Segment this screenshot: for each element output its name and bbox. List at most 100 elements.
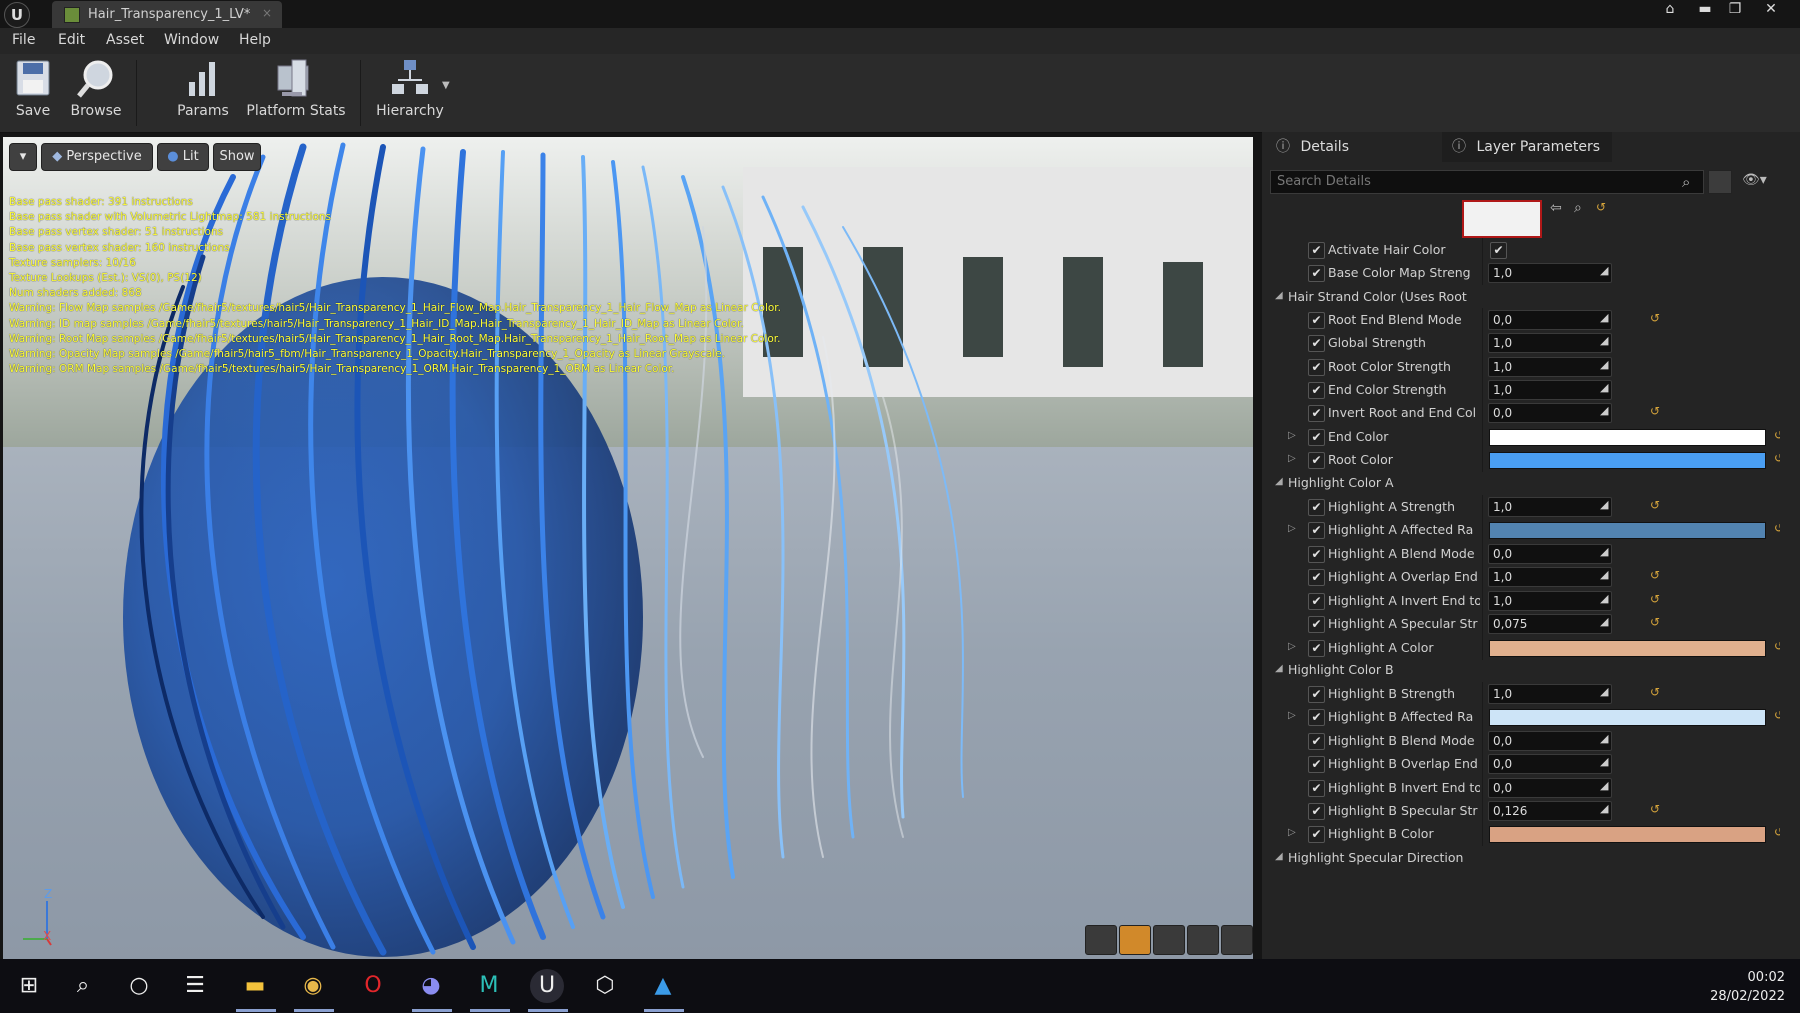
view-options-grid-icon[interactable] bbox=[1708, 170, 1732, 194]
override-checkbox[interactable]: ✔ bbox=[1308, 265, 1325, 282]
tab-details[interactable]: ⓘ Details bbox=[1266, 132, 1436, 162]
expand-triangle-icon[interactable]: ▷ bbox=[1288, 710, 1296, 721]
override-checkbox[interactable]: ✔ bbox=[1308, 522, 1325, 539]
spin-arrow-icon[interactable]: ◢ bbox=[1600, 615, 1608, 628]
number-field[interactable]: 1,0 bbox=[1488, 380, 1612, 400]
color-swatch[interactable] bbox=[1489, 452, 1766, 469]
reset-to-default-icon[interactable]: ↺ bbox=[1774, 451, 1780, 465]
reset-to-default-icon[interactable]: ↺ bbox=[1596, 200, 1606, 214]
number-field[interactable]: 0,0 bbox=[1488, 731, 1612, 751]
reset-to-default-icon[interactable]: ↺ bbox=[1774, 708, 1780, 722]
browse-asset-icon[interactable]: ⌕ bbox=[1574, 200, 1582, 216]
task-view-icon[interactable]: ☰ bbox=[178, 969, 212, 1003]
cortana-icon[interactable]: ○ bbox=[122, 969, 156, 1003]
menu-asset[interactable]: Asset bbox=[106, 32, 144, 48]
category-highlight-color-a[interactable]: ◢ Highlight Color A bbox=[1270, 471, 1780, 495]
override-checkbox[interactable]: ✔ bbox=[1308, 780, 1325, 797]
number-field[interactable]: 1,0 bbox=[1488, 333, 1612, 353]
cylinder-preview-button[interactable] bbox=[1085, 925, 1117, 955]
spin-arrow-icon[interactable]: ◢ bbox=[1600, 685, 1608, 698]
override-checkbox[interactable]: ✔ bbox=[1308, 312, 1325, 329]
spin-arrow-icon[interactable]: ◢ bbox=[1600, 311, 1608, 324]
expand-triangle-icon[interactable]: ▷ bbox=[1288, 430, 1296, 441]
reset-to-default-icon[interactable]: ↺ bbox=[1650, 498, 1660, 512]
unreal-engine-taskbar-icon[interactable]: U bbox=[530, 969, 564, 1003]
number-field[interactable]: 0,126 bbox=[1488, 801, 1612, 821]
number-field[interactable]: 1,0 bbox=[1488, 497, 1612, 517]
number-field[interactable]: 0,0 bbox=[1488, 754, 1612, 774]
override-checkbox[interactable]: ✔ bbox=[1308, 499, 1325, 516]
spin-arrow-icon[interactable]: ◢ bbox=[1600, 498, 1608, 511]
params-button[interactable]: Params bbox=[175, 58, 231, 128]
sphere-preview-button[interactable] bbox=[1119, 925, 1151, 955]
viewport-options-dropdown[interactable]: ▾ bbox=[9, 143, 37, 171]
override-checkbox[interactable]: ✔ bbox=[1308, 709, 1325, 726]
material-preview-viewport[interactable]: ▾ ◆ Perspective ● Lit Show Base pass sha… bbox=[3, 137, 1253, 959]
system-clock[interactable]: 00:02 28/02/2022 bbox=[1710, 968, 1785, 1006]
photos-icon[interactable]: ▲ bbox=[646, 969, 680, 1003]
category-highlight-color-b[interactable]: ◢ Highlight Color B bbox=[1270, 658, 1780, 682]
reset-to-default-icon[interactable]: ↺ bbox=[1650, 311, 1660, 325]
spin-arrow-icon[interactable]: ◢ bbox=[1600, 568, 1608, 581]
opera-icon[interactable]: O bbox=[356, 969, 390, 1003]
perspective-button[interactable]: ◆ Perspective bbox=[41, 143, 153, 171]
eye-visibility-icon[interactable]: 👁▾ bbox=[1742, 172, 1767, 188]
tab-close-icon[interactable]: × bbox=[262, 6, 272, 20]
lit-button[interactable]: ● Lit bbox=[157, 143, 209, 171]
override-checkbox[interactable]: ✔ bbox=[1308, 405, 1325, 422]
override-checkbox[interactable]: ✔ bbox=[1308, 546, 1325, 563]
search-taskbar-icon[interactable]: ⌕ bbox=[66, 969, 100, 1003]
spin-arrow-icon[interactable]: ◢ bbox=[1600, 381, 1608, 394]
reset-to-default-icon[interactable]: ↺ bbox=[1774, 428, 1780, 442]
menu-window[interactable]: Window bbox=[164, 32, 219, 48]
color-swatch[interactable] bbox=[1489, 709, 1766, 726]
unreal-logo-icon[interactable]: U bbox=[4, 2, 30, 28]
reset-to-default-icon[interactable]: ↺ bbox=[1650, 615, 1660, 629]
minimize-icon[interactable]: ▬ bbox=[1690, 0, 1720, 20]
number-field[interactable]: 1,0 bbox=[1488, 357, 1612, 377]
document-tab[interactable]: Hair_Transparency_1_LV* × bbox=[52, 1, 282, 28]
override-checkbox[interactable]: ✔ bbox=[1308, 733, 1325, 750]
number-field[interactable]: 1,0 bbox=[1488, 684, 1612, 704]
color-swatch[interactable] bbox=[1489, 429, 1766, 446]
cube-preview-button[interactable] bbox=[1187, 925, 1219, 955]
search-icon[interactable]: ⌕ bbox=[1682, 173, 1690, 191]
file-explorer-icon[interactable]: ▬ bbox=[238, 969, 272, 1003]
tab-layer-parameters[interactable]: ⓘ Layer Parameters bbox=[1442, 132, 1612, 162]
hierarchy-button[interactable]: Hierarchy bbox=[375, 58, 445, 128]
windows-start-icon[interactable]: ⊞ bbox=[12, 969, 46, 1003]
spin-arrow-icon[interactable]: ◢ bbox=[1600, 732, 1608, 745]
number-field[interactable]: 1,0 bbox=[1488, 263, 1612, 283]
reset-to-default-icon[interactable]: ↺ bbox=[1650, 568, 1660, 582]
restore-icon[interactable]: ❐ bbox=[1720, 0, 1750, 20]
color-swatch[interactable] bbox=[1489, 826, 1766, 843]
browse-button[interactable]: Browse bbox=[68, 58, 124, 128]
spin-arrow-icon[interactable]: ◢ bbox=[1600, 404, 1608, 417]
reset-to-default-icon[interactable]: ↺ bbox=[1650, 404, 1660, 418]
reset-to-default-icon[interactable]: ↺ bbox=[1774, 521, 1780, 535]
save-button[interactable]: Save bbox=[10, 58, 56, 128]
spin-arrow-icon[interactable]: ◢ bbox=[1600, 755, 1608, 768]
number-field[interactable]: 0,0 bbox=[1488, 403, 1612, 423]
expand-triangle-icon[interactable]: ▷ bbox=[1288, 827, 1296, 838]
spin-arrow-icon[interactable]: ◢ bbox=[1600, 334, 1608, 347]
spin-arrow-icon[interactable]: ◢ bbox=[1600, 358, 1608, 371]
texture-thumbnail[interactable] bbox=[1462, 200, 1542, 238]
use-selected-arrow-icon[interactable]: ⇦ bbox=[1550, 200, 1562, 216]
reset-to-default-icon[interactable]: ↺ bbox=[1650, 802, 1660, 816]
cube-app-icon[interactable]: ⬡ bbox=[588, 969, 622, 1003]
category-highlight-specular-direction[interactable]: ◢ Highlight Specular Direction bbox=[1270, 846, 1780, 870]
override-checkbox[interactable]: ✔ bbox=[1308, 382, 1325, 399]
override-checkbox[interactable]: ✔ bbox=[1308, 569, 1325, 586]
number-field[interactable]: 0,0 bbox=[1488, 310, 1612, 330]
spin-arrow-icon[interactable]: ◢ bbox=[1600, 264, 1608, 277]
spin-arrow-icon[interactable]: ◢ bbox=[1600, 779, 1608, 792]
number-field[interactable]: 0,0 bbox=[1488, 544, 1612, 564]
menu-help[interactable]: Help bbox=[239, 32, 271, 48]
number-field[interactable]: 0,0 bbox=[1488, 778, 1612, 798]
expand-triangle-icon[interactable]: ▷ bbox=[1288, 523, 1296, 534]
override-checkbox[interactable]: ✔ bbox=[1308, 640, 1325, 657]
number-field[interactable]: 1,0 bbox=[1488, 567, 1612, 587]
discord-icon[interactable]: ◕ bbox=[414, 969, 448, 1003]
number-field[interactable]: 0,075 bbox=[1488, 614, 1612, 634]
